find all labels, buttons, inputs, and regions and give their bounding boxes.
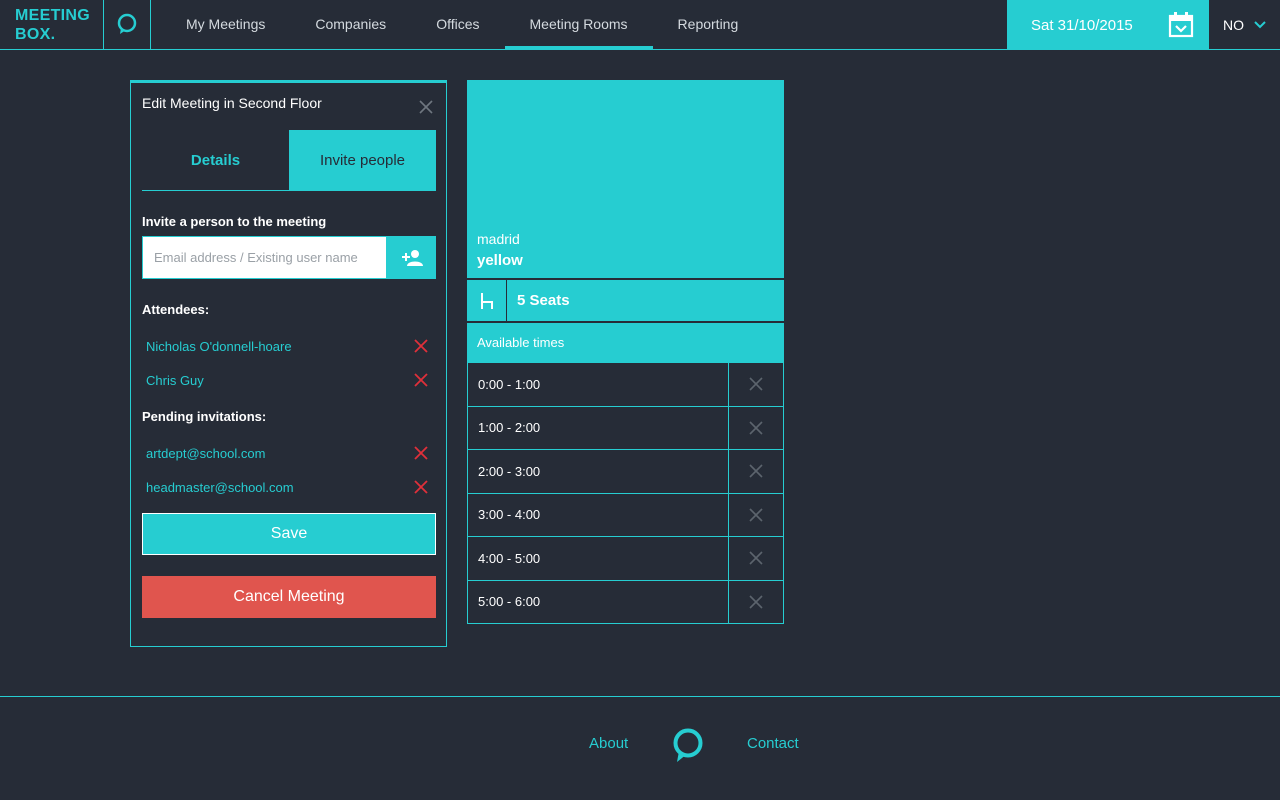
footer: About Contact <box>0 696 1280 800</box>
close-icon <box>749 551 763 565</box>
time-slot: 1:00 - 2:00 <box>468 406 783 450</box>
save-button[interactable]: Save <box>142 513 436 555</box>
pending-label: Pending invitations: <box>142 409 267 424</box>
time-slot: 4:00 - 5:00 <box>468 537 783 581</box>
logo-line-1: MEETING <box>15 7 90 24</box>
cancel-meeting-button[interactable]: Cancel Meeting <box>142 576 436 618</box>
time-slot-label[interactable]: 3:00 - 4:00 <box>468 493 729 536</box>
attendee-item: Chris Guy <box>146 370 432 390</box>
panel-title: Edit Meeting in Second Floor <box>142 95 322 111</box>
logo-line-2: BOX. <box>15 26 56 43</box>
slot-close-button[interactable] <box>729 363 783 406</box>
time-slot: 5:00 - 6:00 <box>468 580 783 624</box>
pending-email[interactable]: headmaster@school.com <box>146 480 294 495</box>
seats-count: 5 Seats <box>517 292 570 309</box>
remove-icon[interactable] <box>414 339 428 353</box>
available-times-label: Available times <box>467 323 784 363</box>
calendar-check-icon[interactable] <box>1167 11 1195 39</box>
tab-details[interactable]: Details <box>142 130 289 190</box>
room-city: madrid <box>477 231 520 247</box>
main-nav: My Meetings Companies Offices Meeting Ro… <box>161 0 763 49</box>
time-slot-label[interactable]: 2:00 - 3:00 <box>468 450 729 493</box>
nav-offices[interactable]: Offices <box>411 0 504 49</box>
close-icon <box>749 508 763 522</box>
footer-about-link[interactable]: About <box>589 735 628 752</box>
room-card: madrid yellow 5 Seats Available times 0:… <box>467 80 784 624</box>
chair-icon <box>467 279 507 322</box>
pending-item: headmaster@school.com <box>146 477 432 497</box>
date-picker[interactable]: Sat 31/10/2015 <box>1007 0 1209 50</box>
time-slot-list: 0:00 - 1:00 1:00 - 2:00 2:00 - 3:00 3:00… <box>467 363 784 624</box>
attendee-name[interactable]: Nicholas O'donnell-hoare <box>146 339 292 354</box>
time-slot-label[interactable]: 1:00 - 2:00 <box>468 406 729 449</box>
panel-tabs: Details Invite people <box>142 130 436 191</box>
slot-close-button[interactable] <box>729 450 783 493</box>
edit-meeting-panel: Edit Meeting in Second Floor Details Inv… <box>130 80 447 647</box>
footer-contact-link[interactable]: Contact <box>747 735 799 752</box>
slot-close-button[interactable] <box>729 494 783 537</box>
time-slot: 3:00 - 4:00 <box>468 493 783 537</box>
chevron-down-icon <box>1254 20 1266 28</box>
invite-email-input[interactable] <box>142 236 387 279</box>
close-icon <box>749 377 763 391</box>
add-person-icon <box>401 249 423 266</box>
top-header: MEETING BOX. My Meetings Companies Offic… <box>0 0 1280 50</box>
current-date: Sat 31/10/2015 <box>1031 16 1133 34</box>
time-slot: 0:00 - 1:00 <box>468 363 783 407</box>
time-slot-label[interactable]: 4:00 - 5:00 <box>468 537 729 580</box>
nav-my-meetings[interactable]: My Meetings <box>161 0 290 49</box>
attendee-name[interactable]: Chris Guy <box>146 373 204 388</box>
invite-label: Invite a person to the meeting <box>142 214 327 229</box>
room-seats: 5 Seats <box>467 279 784 322</box>
remove-icon[interactable] <box>414 373 428 387</box>
time-slot-label[interactable]: 0:00 - 1:00 <box>468 363 729 406</box>
language-code: NO <box>1223 16 1244 33</box>
app-logo[interactable]: MEETING BOX. <box>0 0 104 49</box>
close-icon <box>749 464 763 478</box>
time-slot: 2:00 - 3:00 <box>468 450 783 494</box>
pending-email[interactable]: artdept@school.com <box>146 446 265 461</box>
remove-icon[interactable] <box>414 446 428 460</box>
slot-close-button[interactable] <box>729 581 783 624</box>
chat-bubble-icon[interactable] <box>104 0 151 49</box>
language-selector[interactable]: NO <box>1209 0 1280 49</box>
nav-reporting[interactable]: Reporting <box>653 0 764 49</box>
remove-icon[interactable] <box>414 480 428 494</box>
close-icon <box>749 421 763 435</box>
attendees-label: Attendees: <box>142 302 210 317</box>
nav-companies[interactable]: Companies <box>290 0 411 49</box>
close-icon <box>749 595 763 609</box>
room-hero: madrid yellow <box>467 80 784 278</box>
room-name: yellow <box>477 252 523 269</box>
invite-row <box>142 236 436 279</box>
slot-close-button[interactable] <box>729 407 783 450</box>
slot-close-button[interactable] <box>729 537 783 580</box>
nav-meeting-rooms[interactable]: Meeting Rooms <box>504 0 653 49</box>
close-icon[interactable] <box>419 100 433 114</box>
pending-item: artdept@school.com <box>146 443 432 463</box>
attendee-item: Nicholas O'donnell-hoare <box>146 336 432 356</box>
tab-invite-people[interactable]: Invite people <box>289 130 436 190</box>
add-person-button[interactable] <box>387 236 436 279</box>
time-slot-label[interactable]: 5:00 - 6:00 <box>468 580 729 623</box>
chat-bubble-icon <box>673 728 703 762</box>
